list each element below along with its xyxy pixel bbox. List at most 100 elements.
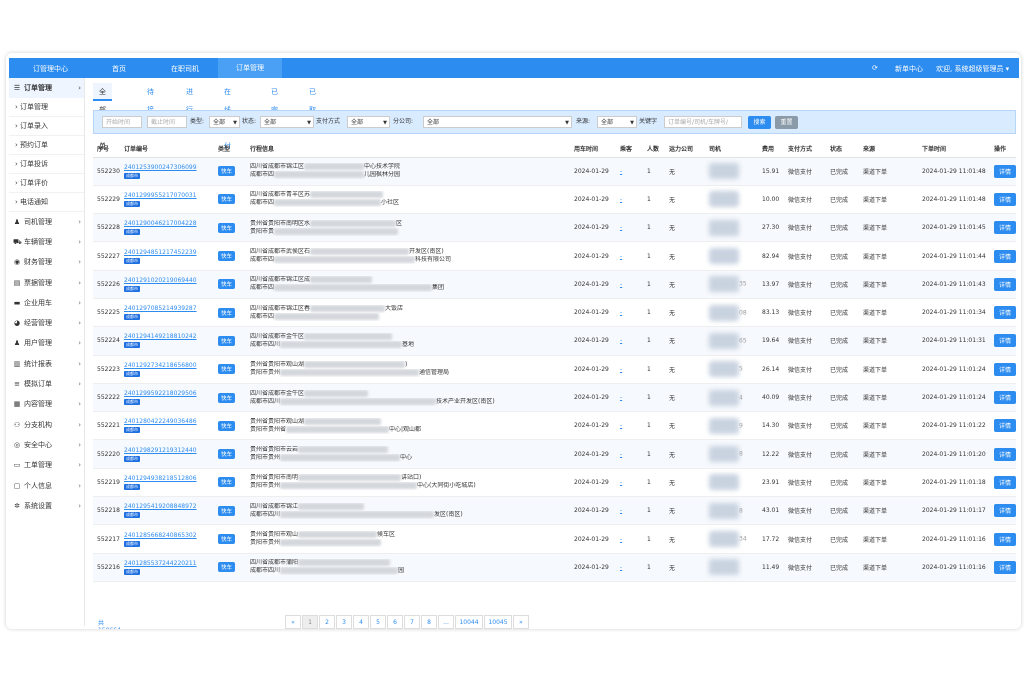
refresh-icon[interactable]: ⟳ — [872, 64, 878, 72]
tab-online-pay[interactable]: 在线支付 — [224, 83, 231, 150]
sidebar-item-6[interactable]: ♟ 用户管理 › — [9, 333, 84, 353]
page-button[interactable]: 8 — [421, 615, 437, 629]
order-number-link[interactable]: 2401297085214939287 — [124, 305, 214, 312]
branch-select[interactable]: 全部 ▼ — [423, 116, 572, 128]
tab-in-progress[interactable]: 进行中 — [186, 83, 193, 132]
page-button[interactable]: 10045 — [484, 615, 512, 629]
nav-drivers[interactable]: 在职司机 — [171, 64, 199, 74]
sidebar-item-1[interactable]: ⛟ 车辆管理 › — [9, 232, 84, 252]
tab-pending[interactable]: 待接单 — [147, 83, 154, 132]
end-time-input[interactable]: 截止时间 — [147, 116, 187, 128]
passenger-link[interactable]: - — [616, 241, 643, 271]
new-orders-link[interactable]: 新单中心 — [895, 64, 923, 74]
passenger-link[interactable]: - — [616, 355, 643, 384]
order-number-link[interactable]: 2401295419208848972 — [124, 503, 214, 510]
detail-button[interactable]: 详情 — [994, 532, 1016, 546]
page-button[interactable]: 2 — [319, 615, 335, 629]
detail-button[interactable]: 详情 — [994, 249, 1016, 263]
tab-all-orders[interactable]: 全部订单 — [93, 83, 112, 150]
nav-orders[interactable]: 订单管理 — [218, 58, 282, 78]
sidebar-sub-review[interactable]: › 订单评价 — [9, 174, 84, 193]
order-number-link[interactable]: 2401280422249036486 — [124, 418, 214, 425]
sidebar-item-5[interactable]: ◕ 经营管理 › — [9, 313, 84, 333]
page-button[interactable]: ... — [438, 615, 454, 629]
order-number-link[interactable]: 2401294851217452239 — [124, 249, 214, 256]
detail-button[interactable]: 详情 — [994, 391, 1016, 405]
order-number-link[interactable]: 240125390024730609​9 — [124, 164, 214, 171]
tab-completed[interactable]: 已完成 — [271, 83, 278, 132]
page-button[interactable]: 4 — [353, 615, 369, 629]
sidebar-sub-order-manage[interactable]: › 订单管理 — [9, 98, 84, 118]
passenger-link[interactable]: - — [616, 213, 643, 243]
passenger-link[interactable]: - — [616, 185, 643, 215]
passenger-link[interactable]: - — [616, 553, 643, 582]
detail-button[interactable]: 详情 — [994, 306, 1016, 320]
order-number-link[interactable]: 2401294149218810242 — [124, 333, 214, 340]
nav-home[interactable]: 首页 — [112, 64, 126, 74]
order-number-link[interactable]: 2401291020219069440 — [124, 277, 214, 284]
passenger-link[interactable]: - — [616, 326, 643, 356]
sidebar-sub-phone-notice[interactable]: › 电话通知 — [9, 193, 84, 212]
sidebar-item-8[interactable]: ≡ 模拟订单 › — [9, 374, 84, 394]
sidebar-sub-order-entry[interactable]: › 订单录入 — [9, 117, 84, 137]
detail-button[interactable]: 详情 — [994, 362, 1016, 376]
sidebar-item-0[interactable]: ♟ 司机管理 › — [9, 212, 84, 232]
reset-button[interactable]: 重置 — [775, 116, 798, 129]
search-button[interactable]: 搜索 — [748, 116, 771, 129]
detail-button[interactable]: 详情 — [994, 164, 1016, 178]
page-button[interactable]: 10044 — [455, 615, 483, 629]
passenger-link[interactable]: - — [616, 496, 643, 526]
order-number-link[interactable]: 2401299955217070031 — [124, 192, 214, 199]
order-number-link[interactable]: 2401298291219312440 — [124, 447, 214, 454]
detail-button[interactable]: 详情 — [994, 504, 1016, 518]
page-button[interactable]: 5 — [370, 615, 386, 629]
user-menu[interactable]: 欢迎, 系统超级管理员 ▾ — [936, 64, 1009, 74]
sidebar-item-7[interactable]: ▥ 统计报表 › — [9, 354, 84, 374]
page-button[interactable]: 1 — [302, 615, 318, 629]
page-button[interactable]: » — [513, 615, 529, 629]
order-number-link[interactable]: 2401285537244220211 — [124, 560, 214, 567]
status-select[interactable]: 全部 ▼ — [260, 116, 314, 128]
sidebar-item-10[interactable]: ⚇ 分支机构 › — [9, 415, 84, 435]
passenger-link[interactable]: - — [616, 468, 643, 498]
sidebar-item-14[interactable]: ✲ 系统设置 › — [9, 496, 84, 516]
page-button[interactable]: 3 — [336, 615, 352, 629]
detail-button[interactable]: 详情 — [994, 277, 1016, 291]
detail-button[interactable]: 详情 — [994, 447, 1016, 461]
passenger-link[interactable]: - — [616, 270, 643, 299]
passenger-link[interactable]: - — [616, 298, 643, 328]
sidebar-item-2[interactable]: ◉ 财务管理 › — [9, 252, 84, 272]
order-number-link[interactable]: 2401292734218656800 — [124, 362, 214, 369]
page-button[interactable]: 6 — [387, 615, 403, 629]
sidebar-item-13[interactable]: ▢ 个人信息 › — [9, 476, 84, 496]
sidebar-item-orders[interactable]: ☰ 订单管理 › — [9, 78, 84, 99]
start-time-input[interactable]: 开始时间 — [102, 116, 142, 128]
detail-button[interactable]: 详情 — [994, 192, 1016, 206]
sidebar-item-11[interactable]: ◎ 安全中心 › — [9, 435, 84, 455]
detail-button[interactable]: 详情 — [994, 560, 1016, 574]
detail-button[interactable]: 详情 — [994, 334, 1016, 348]
tab-cancelled[interactable]: 已取消 — [309, 83, 316, 132]
sidebar-item-9[interactable]: ▦ 内容管理 › — [9, 394, 84, 414]
source-select[interactable]: 全部 ▼ — [597, 116, 637, 128]
detail-button[interactable]: 详情 — [994, 419, 1016, 433]
sidebar-item-4[interactable]: ▬ 企业用车 › — [9, 293, 84, 313]
detail-button[interactable]: 详情 — [994, 475, 1016, 489]
page-button[interactable]: « — [285, 615, 301, 629]
order-number-link[interactable]: 2401299592218029506 — [124, 390, 214, 397]
sidebar-sub-reservation[interactable]: › 预约订单 — [9, 136, 84, 155]
sidebar-item-3[interactable]: ▤ 票据管理 › — [9, 273, 84, 293]
sidebar-sub-complaint[interactable]: › 订单投诉 — [9, 155, 84, 174]
passenger-link[interactable]: - — [616, 411, 643, 441]
detail-button[interactable]: 详情 — [994, 221, 1016, 235]
order-number-link[interactable]: 2401294938218512806 — [124, 475, 214, 482]
order-number-link[interactable]: 2401285668240865302 — [124, 532, 214, 539]
keyword-input[interactable]: 订单编号/司机/车牌号/ — [664, 116, 742, 128]
page-button[interactable]: 7 — [404, 615, 420, 629]
passenger-link[interactable]: - — [616, 383, 643, 413]
passenger-link[interactable]: - — [616, 524, 643, 554]
order-number-link[interactable]: 2401290046217004228 — [124, 220, 214, 227]
sidebar-item-12[interactable]: ▭ 工单管理 › — [9, 455, 84, 475]
passenger-link[interactable]: - — [616, 439, 643, 469]
pay-select[interactable]: 全部 ▼ — [347, 116, 390, 128]
